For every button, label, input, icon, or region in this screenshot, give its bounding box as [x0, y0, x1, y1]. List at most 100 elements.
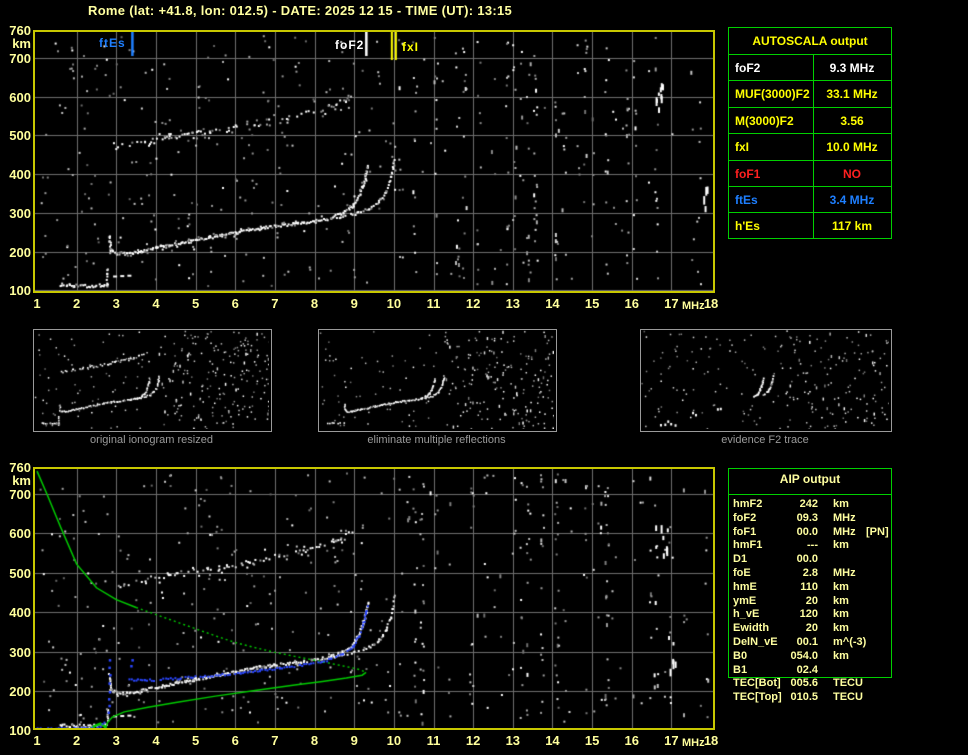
autoscala-row-value: 33.1 MHz	[826, 87, 878, 102]
bottom-plot-x-tick-11: 11	[426, 733, 441, 748]
bottom-plot-y-tick-300: 300	[9, 644, 31, 660]
aip-cell-v: 054.0	[790, 649, 818, 662]
top-ionogram-plot	[33, 30, 715, 293]
bottom-plot-x-unit-label: MHz	[682, 737, 705, 749]
autoscala-row-value: 10.0 MHz	[826, 140, 878, 155]
top-ionogram-canvas	[35, 32, 713, 291]
aip-table-title: AIP output	[779, 472, 841, 486]
bottom-plot-x-tick-12: 12	[465, 733, 481, 748]
top-plot-x-tick-8: 8	[310, 296, 319, 311]
aip-cell-u: km	[833, 649, 849, 662]
top-plot-x-tick-16: 16	[624, 296, 639, 311]
aip-cell-u: km	[833, 539, 849, 552]
autoscala-row-label: fxI	[735, 140, 750, 155]
bottom-plot-x-tick-5: 5	[191, 733, 200, 748]
top-plot-y-tick-600: 600	[9, 89, 31, 105]
autoscala-row-muf3000f2: MUF(3000)F2 33.1 MHz	[729, 80, 891, 107]
aip-cell-u: km	[833, 622, 849, 635]
top-plot-x-tick-9: 9	[350, 296, 358, 311]
autoscala-row-label: foF2	[735, 61, 761, 75]
top-plot-y-unit-label: km	[12, 36, 31, 51]
aip-cell-v: 20	[805, 594, 818, 607]
bottom-plot-y-tick-500: 500	[9, 565, 31, 581]
autoscala-table-title: AUTOSCALA output	[752, 34, 868, 48]
top-plot-x-tick-17: 17	[664, 296, 679, 311]
aip-cell-v: 2.8	[802, 567, 818, 579]
aip-cell-v: 09.3	[796, 511, 818, 524]
top-plot-x-tick-14: 14	[545, 296, 560, 311]
bottom-plot-y-tick-200: 200	[9, 684, 31, 699]
bottom-plot-x-tick-9: 9	[350, 733, 358, 748]
aip-cell-v: 00.1	[796, 636, 818, 648]
top-plot-y-tick-300: 300	[9, 205, 31, 221]
autoscala-row-label: foF1	[735, 166, 761, 181]
autoscala-row-value: 3.4 MHz	[829, 193, 875, 207]
aip-cell-u: m^(-3)	[833, 636, 867, 648]
aip-cell-v: 005.6	[790, 677, 818, 690]
aip-cell-l: B0	[733, 649, 748, 662]
aip-row-hmf2: hmF2 242 km	[733, 497, 891, 511]
top-plot-x-tick-6: 6	[231, 296, 239, 311]
top-plot-x-tick-11: 11	[426, 296, 441, 311]
aip-row-hmf1: hmF1 --- km	[733, 538, 891, 552]
top-plot-x-tick-1: 1	[33, 296, 41, 311]
autoscala-window: Rome (lat: +41.8, lon: 012.5) - DATE: 20…	[0, 0, 968, 755]
top-plot-y-tick-200: 200	[9, 244, 31, 260]
panel-eliminate-reflections-canvas	[319, 330, 554, 429]
bottom-plot-x-tick-10: 10	[386, 733, 402, 748]
aip-row-d1: D1 00.0	[733, 552, 891, 566]
aip-cell-e: [PN]	[866, 525, 889, 538]
panel-evidence-f2-canvas	[641, 330, 889, 429]
autoscala-row-m3000f2: M(3000)F2 3.56	[729, 106, 891, 134]
aip-cell-v: 242	[799, 498, 818, 510]
autoscala-row-hes: h'Es 117 km	[729, 212, 891, 239]
top-plot-y-tick-500: 500	[9, 128, 31, 144]
bottom-plot-x-tick-16: 16	[624, 733, 639, 748]
marker-label-ftes: ftEs	[99, 36, 126, 50]
autoscala-row-fof1: foF1 NO	[729, 159, 891, 187]
top-plot-x-tick-15: 15	[584, 296, 600, 311]
autoscala-row-ftes: ftEs 3.4 MHz	[729, 186, 891, 213]
bottom-plot-y-unit-label: km	[12, 473, 31, 488]
window-title: Rome (lat: +41.8, lon: 012.5) - DATE: 20…	[88, 3, 513, 18]
bottom-plot-x-tick-3: 3	[112, 733, 120, 748]
aip-header-divider	[728, 494, 892, 495]
aip-cell-v: 00.0	[796, 525, 818, 538]
autoscala-row-label: ftEs	[735, 193, 758, 207]
bottom-plot-x-tick-17: 17	[664, 733, 679, 748]
aip-row-b0: B0 054.0 km	[733, 649, 891, 663]
bottom-ionogram-plot	[33, 467, 715, 730]
top-plot-x-tick-7: 7	[271, 296, 279, 311]
aip-row-hme: hmE 110 km	[733, 580, 891, 594]
top-plot-x-tick-10: 10	[386, 296, 402, 311]
aip-cell-u: TECU	[833, 691, 863, 704]
top-plot-y-tick-400: 400	[9, 167, 31, 183]
aip-row-foe: foE 2.8 MHz	[733, 566, 891, 580]
aip-cell-v: 110	[800, 580, 818, 593]
bottom-plot-x-tick-2: 2	[73, 733, 81, 748]
bottom-plot-y-tick-400: 400	[9, 605, 31, 621]
bottom-plot-x-tick-4: 4	[152, 733, 160, 748]
bottom-plot-y-tick-600: 600	[9, 526, 31, 542]
autoscala-row-label: MUF(3000)F2	[735, 87, 810, 102]
aip-row-tecbot: TEC[Bot] 005.6 TECU	[733, 676, 891, 690]
panel-original-ionogram	[33, 329, 272, 432]
aip-cell-v: 02.4	[796, 663, 818, 676]
autoscala-row-value: 3.56	[840, 113, 864, 128]
aip-row-delnve: DelN_vE 00.1 m^(-3)	[733, 635, 891, 649]
bottom-plot-y-tick-700: 700	[9, 487, 31, 502]
bottom-plot-x-tick-14: 14	[545, 733, 560, 748]
aip-row-fof2: foF2 09.3 MHz	[733, 511, 891, 525]
aip-row-fof1: foF1 00.0 MHz [PN]	[733, 525, 891, 539]
top-plot-x-tick-5: 5	[191, 296, 200, 311]
aip-cell-u: MHz	[833, 567, 856, 579]
aip-row-ewidth: Ewidth 20 km	[733, 621, 891, 635]
autoscala-row-value: NO	[843, 166, 861, 181]
autoscala-output-table: AUTOSCALA output foF2 9.3 MHz MUF(3000)F2 3…	[728, 27, 892, 239]
bottom-plot-x-tick-7: 7	[271, 733, 279, 748]
aip-cell-l: foE	[733, 567, 751, 579]
bottom-plot-x-tick-8: 8	[310, 733, 319, 748]
aip-cell-u: km	[833, 594, 849, 607]
aip-cell-v: 20	[805, 622, 818, 635]
autoscala-row-value: 117 km	[831, 219, 873, 234]
